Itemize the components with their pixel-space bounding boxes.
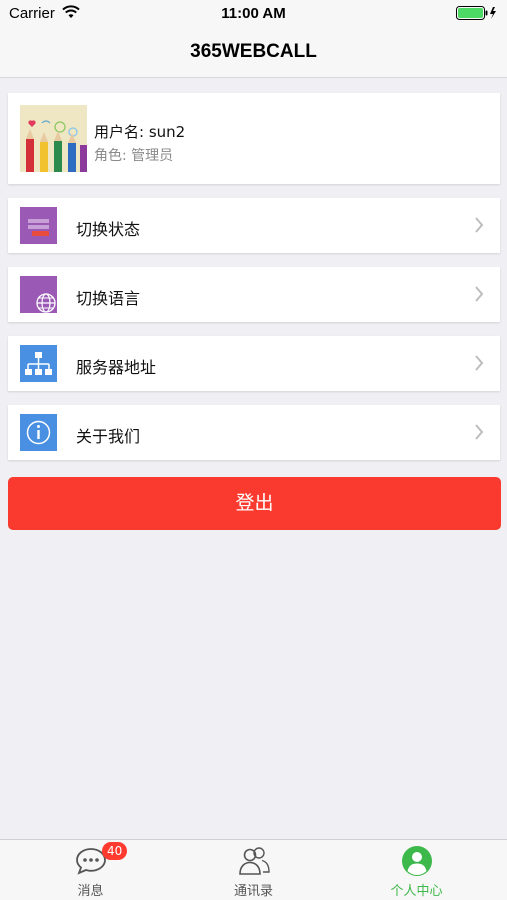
- navigation-bar: 365WEBCALL: [0, 28, 507, 78]
- username-label: 用户名: sun2: [94, 123, 186, 141]
- chevron-right-icon: [474, 424, 484, 444]
- avatar: [20, 105, 87, 172]
- menu-label: 切换状态: [76, 220, 141, 239]
- battery-icon: [456, 6, 498, 24]
- menu-label: 切换语言: [76, 289, 141, 308]
- tab-contacts[interactable]: 通讯录: [169, 840, 338, 900]
- page-title: 365WEBCALL: [190, 41, 317, 62]
- profile-card[interactable]: 用户名: sun2 角色: 管理员: [8, 93, 500, 184]
- network-icon: [20, 345, 57, 382]
- chevron-right-icon: [474, 217, 484, 237]
- status-icon: [20, 207, 57, 244]
- globe-icon: [20, 276, 57, 313]
- unread-badge: 40: [102, 842, 128, 860]
- menu-label: 服务器地址: [76, 358, 157, 377]
- tab-label: 通讯录: [233, 884, 273, 899]
- menu-item-server-address[interactable]: 服务器地址: [8, 336, 500, 391]
- tab-bar: 40 消息 通讯录 个人中心: [0, 839, 507, 900]
- tab-messages[interactable]: 40 消息: [6, 840, 175, 900]
- logout-button[interactable]: 登出: [8, 477, 501, 530]
- menu-item-switch-language[interactable]: 切换语言: [8, 267, 500, 322]
- tab-label: 个人中心: [390, 884, 443, 899]
- tab-profile[interactable]: 个人中心: [332, 840, 501, 900]
- menu-item-about-us[interactable]: 关于我们: [8, 405, 500, 460]
- clock: 11:00 AM: [221, 5, 286, 22]
- menu-label: 关于我们: [76, 427, 141, 446]
- status-bar: Carrier 11:00 AM: [0, 0, 507, 28]
- chevron-right-icon: [474, 286, 484, 306]
- tab-label: 消息: [77, 884, 104, 899]
- profile-icon: [400, 844, 434, 882]
- menu-item-switch-status[interactable]: 切换状态: [8, 198, 500, 253]
- role-label: 角色: 管理员: [94, 148, 174, 164]
- info-icon: [20, 414, 57, 451]
- chevron-right-icon: [474, 355, 484, 375]
- contacts-icon: [237, 844, 271, 882]
